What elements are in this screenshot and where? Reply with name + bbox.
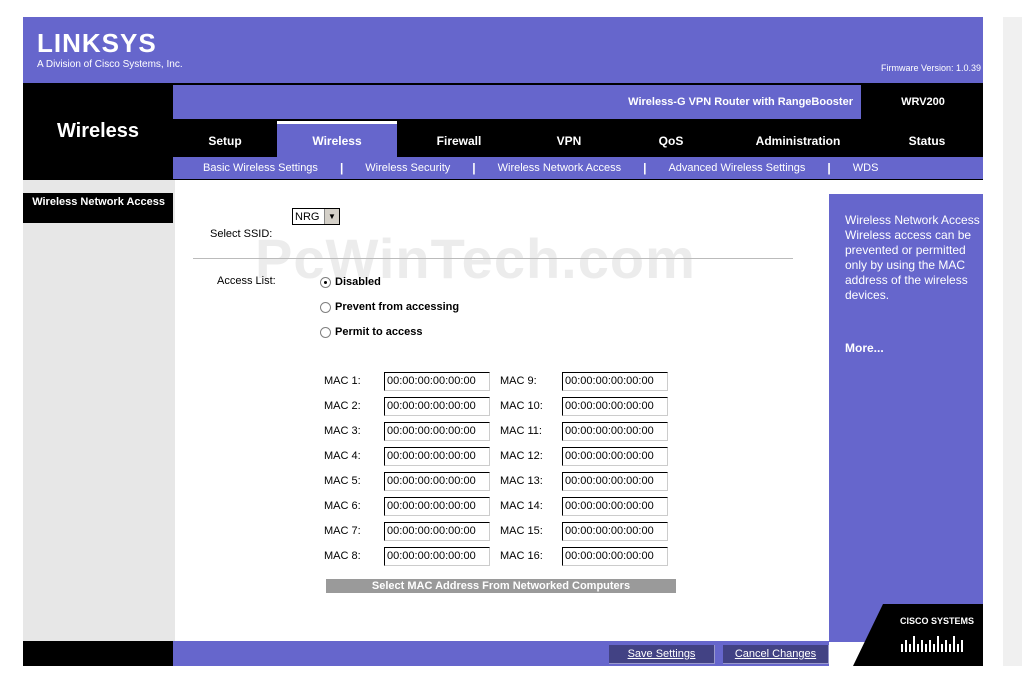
radio-label: Permit to access — [335, 326, 423, 338]
cancel-changes-button[interactable]: Cancel Changes — [723, 645, 829, 664]
ssid-value: NRG — [295, 210, 320, 223]
sub-tab-basic-wireless-settings[interactable]: Basic Wireless Settings — [203, 162, 318, 174]
mac-address-input[interactable]: 00:00:00:00:00:00 — [562, 422, 668, 441]
mac-address-input[interactable]: 00:00:00:00:00:00 — [562, 447, 668, 466]
access-radio-row[interactable]: Disabled — [320, 276, 381, 288]
tab-wireless[interactable]: Wireless — [277, 121, 397, 157]
access-list-label: Access List: — [217, 275, 276, 287]
mac-address-input[interactable]: 00:00:00:00:00:00 — [562, 547, 668, 566]
tab-qos[interactable]: QoS — [617, 121, 725, 157]
mac-address-input[interactable]: 00:00:00:00:00:00 — [562, 497, 668, 516]
radio-button[interactable] — [320, 301, 331, 313]
mac-address-input[interactable]: 00:00:00:00:00:00 — [384, 497, 490, 516]
mac-label: MAC 6: — [324, 500, 361, 512]
mac-label: MAC 1: — [324, 375, 361, 387]
sub-tab-advanced-wireless-settings[interactable]: Advanced Wireless Settings — [668, 162, 805, 174]
mac-label: MAC 5: — [324, 475, 361, 487]
tab-firewall[interactable]: Firewall — [397, 121, 521, 157]
router-admin-frame: LINKSYS A Division of Cisco Systems, Inc… — [23, 17, 983, 666]
mac-label: MAC 9: — [500, 375, 537, 387]
model-number: WRV200 — [901, 96, 945, 108]
product-name: Wireless-G VPN Router with RangeBooster — [173, 85, 861, 119]
mac-label: MAC 16: — [500, 550, 543, 562]
left-section-label: Wireless Network Access — [23, 193, 173, 223]
svg-text:CISCO SYSTEMS: CISCO SYSTEMS — [900, 616, 974, 626]
header-banner: LINKSYS A Division of Cisco Systems, Inc… — [23, 17, 983, 83]
mac-label: MAC 14: — [500, 500, 543, 512]
mac-address-input[interactable]: 00:00:00:00:00:00 — [562, 522, 668, 541]
ssid-label: Select SSID: — [210, 228, 273, 240]
mac-address-input[interactable]: 00:00:00:00:00:00 — [384, 422, 490, 441]
linksys-logo: LINKSYS — [37, 28, 157, 58]
sub-tab-wds[interactable]: WDS — [853, 162, 879, 174]
ssid-select[interactable]: NRG ▼ — [292, 208, 340, 225]
mac-address-input[interactable]: 00:00:00:00:00:00 — [384, 372, 490, 391]
sub-tab-bar: Basic Wireless Settings | Wireless Securit… — [173, 157, 983, 179]
page-scrollbar[interactable] — [1003, 17, 1022, 666]
mac-label: MAC 11: — [500, 425, 542, 437]
logo-subtitle: A Division of Cisco Systems, Inc. — [37, 59, 183, 70]
mac-address-input[interactable]: 00:00:00:00:00:00 — [562, 472, 668, 491]
chevron-down-icon[interactable]: ▼ — [324, 209, 339, 224]
left-column — [23, 180, 173, 642]
help-text: Wireless Network Access Wireless access … — [845, 213, 980, 302]
mac-address-input[interactable]: 00:00:00:00:00:00 — [384, 472, 490, 491]
mac-label: MAC 13: — [500, 475, 543, 487]
firmware-version: Firmware Version: 1.0.39 — [880, 63, 981, 73]
mac-label: MAC 8: — [324, 550, 361, 562]
tab-status[interactable]: Status — [871, 121, 983, 157]
radio-button[interactable] — [320, 276, 331, 288]
access-radio-row[interactable]: Prevent from accessing — [320, 301, 459, 313]
mac-address-input[interactable]: 00:00:00:00:00:00 — [562, 397, 668, 416]
tab-administration[interactable]: Administration — [725, 121, 871, 157]
sub-tab-wireless-security[interactable]: Wireless Security — [365, 162, 450, 174]
mac-label: MAC 4: — [324, 450, 361, 462]
sub-tab-wireless-network-access[interactable]: Wireless Network Access — [498, 162, 621, 174]
access-radio-row[interactable]: Permit to access — [320, 326, 422, 338]
radio-label: Disabled — [335, 276, 381, 288]
mac-label: MAC 10: — [500, 400, 543, 412]
mac-address-input[interactable]: 00:00:00:00:00:00 — [384, 522, 490, 541]
save-settings-button[interactable]: Save Settings — [609, 645, 715, 664]
radio-label: Prevent from accessing — [335, 301, 460, 313]
main-tab-bar: Setup Wireless Firewall VPN QoS Administratio… — [173, 121, 983, 157]
mac-label: MAC 12: — [500, 450, 543, 462]
divider — [193, 258, 793, 259]
sub-tab-separator: | — [643, 161, 647, 175]
mac-label: MAC 3: — [324, 425, 361, 437]
mac-address-input[interactable]: 00:00:00:00:00:00 — [562, 372, 668, 391]
radio-button[interactable] — [320, 326, 331, 338]
sub-tab-separator: | — [472, 161, 476, 175]
mac-label: MAC 7: — [324, 525, 361, 537]
sub-tab-separator: | — [827, 161, 831, 175]
tab-vpn[interactable]: VPN — [521, 121, 617, 157]
select-mac-button[interactable]: Select MAC Address From Networked Comput… — [326, 579, 676, 593]
sub-tab-separator: | — [339, 161, 344, 175]
tab-setup[interactable]: Setup — [173, 121, 277, 157]
mac-address-input[interactable]: 00:00:00:00:00:00 — [384, 397, 490, 416]
help-panel-top — [829, 180, 983, 194]
help-more-link[interactable]: More... — [845, 341, 884, 355]
footer-left — [23, 641, 173, 666]
cisco-systems-logo: CISCO SYSTEMS — [853, 604, 983, 666]
mac-label: MAC 2: — [324, 400, 361, 412]
mac-address-input[interactable]: 00:00:00:00:00:00 — [384, 547, 490, 566]
mac-address-input[interactable]: 00:00:00:00:00:00 — [384, 447, 490, 466]
mac-label: MAC 15: — [500, 525, 543, 537]
section-title: Wireless — [56, 120, 140, 142]
